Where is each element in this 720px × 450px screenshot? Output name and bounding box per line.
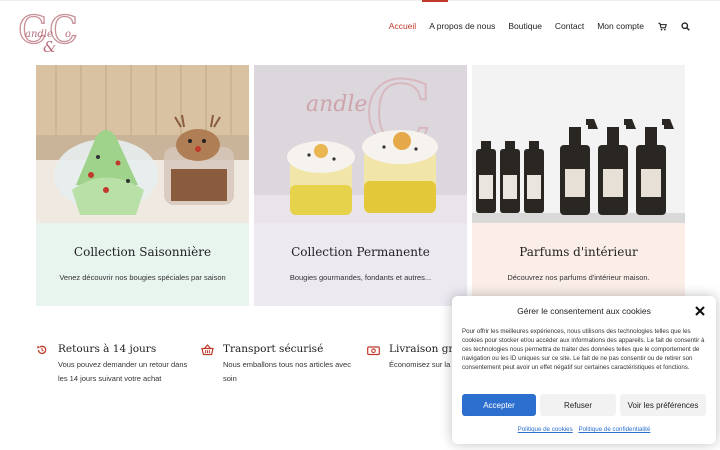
card-title[interactable]: Collection Permanente xyxy=(254,245,467,259)
feature-description: Nous emballons tous nos articles avec so… xyxy=(223,360,351,383)
permanent-panel: Collection Permanente Bougies gourmandes… xyxy=(254,223,467,306)
search-icon[interactable] xyxy=(680,21,690,31)
cookie-consent-dialog: Gérer le consentement aux cookies Pour o… xyxy=(452,296,716,444)
close-icon[interactable] xyxy=(694,304,706,316)
feature-description: Vous pouvez demander un retour dans les … xyxy=(58,360,188,383)
svg-text:o: o xyxy=(65,29,71,40)
policy-links: Politique de cookies Politique de confid… xyxy=(452,426,716,433)
card-description: Bougies gourmandes, fondants et autres..… xyxy=(289,273,432,282)
permanent-candles-photo: andle C xyxy=(254,65,467,223)
nav-account[interactable]: Mon compte xyxy=(597,21,644,31)
feature-title: Retours à 14 jours xyxy=(58,343,157,355)
collection-card-permanent[interactable]: andle C Collection Permanente Bougies go… xyxy=(254,65,467,306)
collection-card-home-fragrance[interactable]: Parfums d'intérieur Découvrez nos parfum… xyxy=(472,65,685,306)
card-description: Venez découvrir nos bougies spéciales pa… xyxy=(59,273,226,282)
svg-text:&: & xyxy=(43,38,56,56)
return-icon xyxy=(36,343,50,357)
cart-icon[interactable] xyxy=(657,21,667,31)
card-title[interactable]: Collection Saisonnière xyxy=(36,245,249,259)
home-fragrance-photo xyxy=(472,65,685,223)
nav-shop[interactable]: Boutique xyxy=(508,21,542,31)
seasonal-panel: Collection Saisonnière Venez découvrir n… xyxy=(36,223,249,306)
card-title[interactable]: Parfums d'intérieur xyxy=(472,245,685,259)
accept-button[interactable]: Accepter xyxy=(462,394,536,416)
main-navigation: Accueil A propos de nous Boutique Contac… xyxy=(376,19,690,33)
basket-icon xyxy=(201,343,215,357)
refuse-button[interactable]: Refuser xyxy=(540,394,616,416)
header-top-border xyxy=(0,0,720,2)
view-preferences-button[interactable]: Voir les préférences xyxy=(620,394,706,416)
site-logo[interactable]: C C andle & o xyxy=(16,7,84,56)
card-description: Découvrez nos parfums d'intérieur maison… xyxy=(507,273,650,282)
cookie-policy-link[interactable]: Politique de cookies xyxy=(518,426,573,433)
feature-title: Transport sécurisé xyxy=(223,343,324,355)
seasonal-candles-photo xyxy=(36,65,249,223)
nav-contact[interactable]: Contact xyxy=(555,21,584,31)
cookie-dialog-title: Gérer le consentement aux cookies xyxy=(517,306,651,316)
home-fragrance-panel: Parfums d'intérieur Découvrez nos parfum… xyxy=(472,223,685,306)
cookie-dialog-text: Pour offrir les meilleures expériences, … xyxy=(462,328,705,372)
collection-card-seasonal[interactable]: Collection Saisonnière Venez découvrir n… xyxy=(36,65,249,306)
privacy-policy-link[interactable]: Politique de confidentialité xyxy=(578,426,650,433)
nav-about[interactable]: A propos de nous xyxy=(429,21,495,31)
money-icon xyxy=(367,343,381,357)
nav-home[interactable]: Accueil xyxy=(389,21,416,31)
svg-text:andle: andle xyxy=(306,92,367,117)
active-nav-indicator xyxy=(422,0,448,2)
